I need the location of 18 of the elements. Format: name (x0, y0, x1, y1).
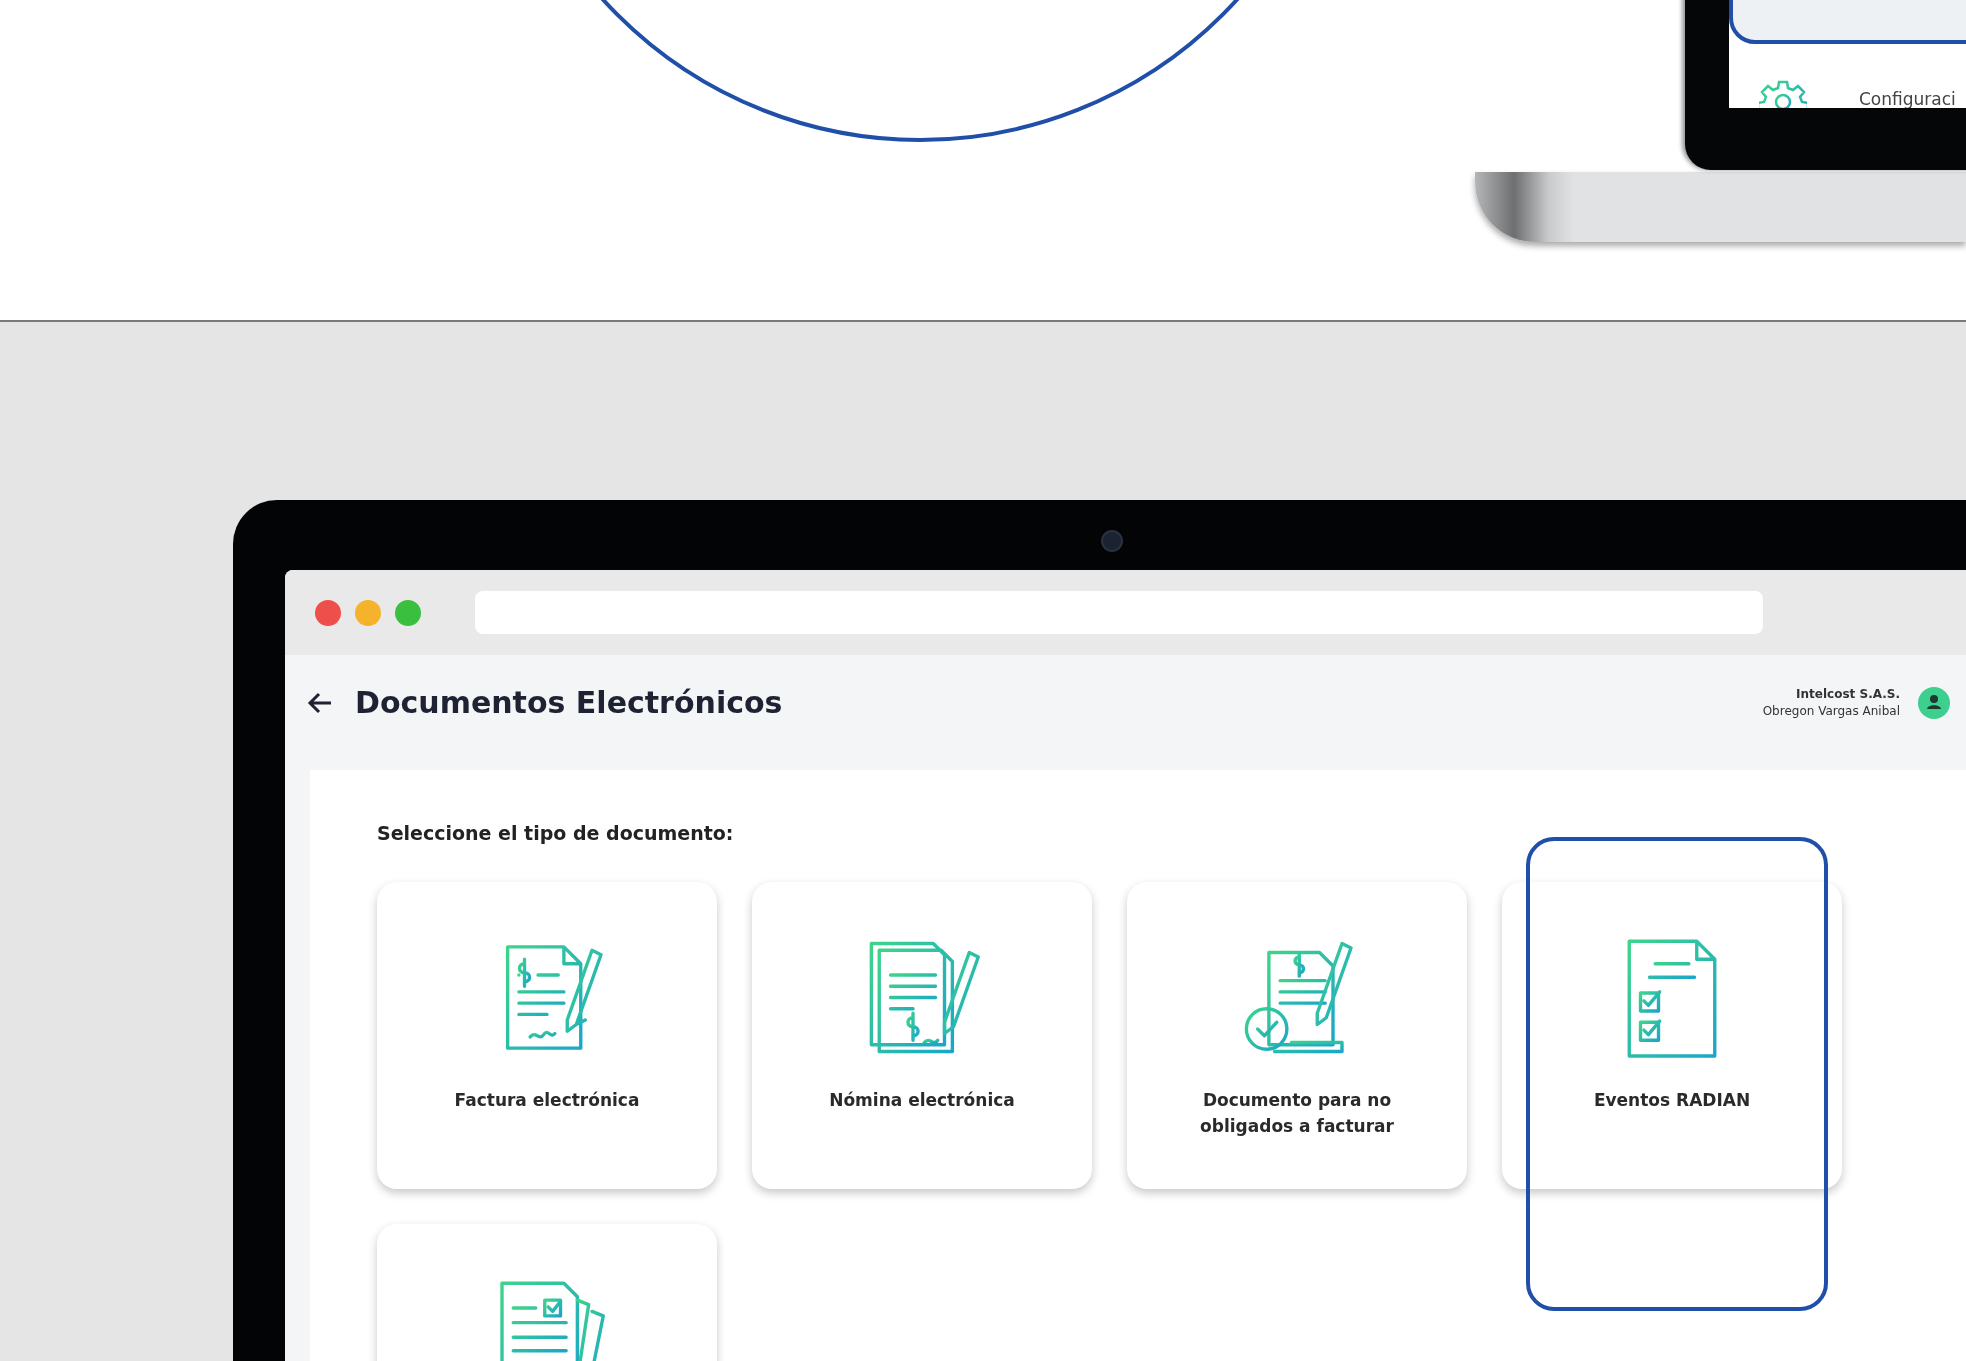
user-name: Obregon Vargas Anibal (1762, 702, 1900, 720)
maximize-button[interactable] (395, 599, 421, 626)
document-type-card[interactable]: Documento para no obligados a facturar (1127, 882, 1467, 1189)
page-title: Documentos Electrónicos (355, 685, 784, 720)
user-avatar-icon[interactable] (1918, 686, 1950, 719)
company-name: Intelcost S.A.S. (1796, 685, 1900, 703)
document-type-card[interactable]: Factura electrónica (377, 882, 717, 1189)
menu-item-label[interactable]: Configuraci (1859, 88, 1956, 108)
minimize-button[interactable] (355, 599, 381, 626)
section-heading: Seleccione el tipo de documento: (377, 822, 735, 844)
document-type-card[interactable]: Eventos RADIAN (1502, 882, 1842, 1189)
card-label: Factura electrónica (454, 1089, 640, 1112)
card-label: Nómina electrónica (829, 1089, 1015, 1112)
card-label: Documento para no obligados a facturar (1199, 1089, 1395, 1138)
card-label: Eventos RADIAN (1593, 1089, 1751, 1112)
camera (1101, 530, 1123, 552)
document-type-card[interactable]: Nómina electrónica (752, 882, 1092, 1189)
close-button[interactable] (315, 599, 341, 626)
